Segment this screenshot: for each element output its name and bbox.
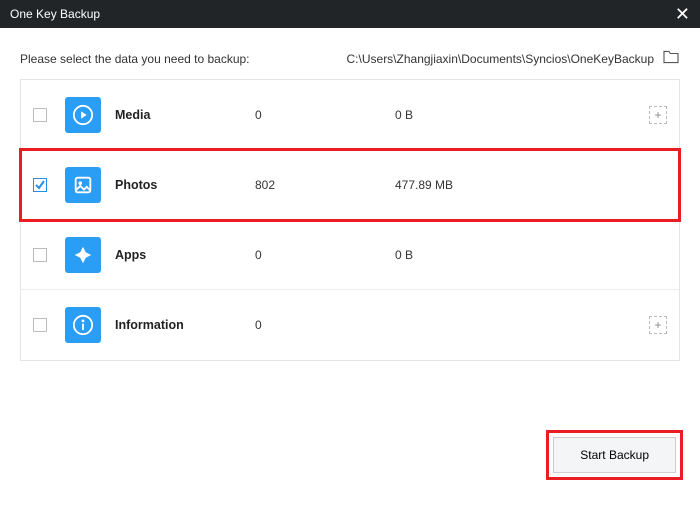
start-backup-button[interactable]: Start Backup: [553, 437, 676, 473]
backup-path[interactable]: C:\Users\Zhangjiaxin\Documents\Syncios\O…: [347, 50, 680, 67]
instruction-text: Please select the data you need to backu…: [20, 52, 250, 66]
titlebar: One Key Backup ✕: [0, 0, 700, 28]
folder-icon[interactable]: [662, 50, 680, 67]
photos-icon: [65, 167, 101, 203]
header-row: Please select the data you need to backu…: [0, 28, 700, 79]
checkbox-apps[interactable]: [33, 248, 47, 262]
size-photos: 477.89 MB: [395, 178, 649, 192]
label-photos: Photos: [115, 178, 255, 192]
category-list: Media 0 0 B + Photos 802 477.89 MB Apps …: [20, 79, 680, 361]
checkbox-information[interactable]: [33, 318, 47, 332]
close-icon[interactable]: ✕: [675, 5, 690, 23]
row-apps[interactable]: Apps 0 0 B: [21, 220, 679, 290]
apps-icon: [65, 237, 101, 273]
footer: Start Backup: [553, 437, 676, 473]
checkbox-photos[interactable]: [33, 178, 47, 192]
add-information-icon[interactable]: +: [649, 316, 667, 334]
checkbox-media[interactable]: [33, 108, 47, 122]
count-media: 0: [255, 108, 395, 122]
size-apps: 0 B: [395, 248, 649, 262]
row-media[interactable]: Media 0 0 B +: [21, 80, 679, 150]
label-information: Information: [115, 318, 255, 332]
label-media: Media: [115, 108, 255, 122]
count-photos: 802: [255, 178, 395, 192]
window-title: One Key Backup: [10, 7, 100, 21]
row-information[interactable]: Information 0 +: [21, 290, 679, 360]
count-apps: 0: [255, 248, 395, 262]
add-media-icon[interactable]: +: [649, 106, 667, 124]
backup-path-text: C:\Users\Zhangjiaxin\Documents\Syncios\O…: [347, 52, 654, 66]
count-information: 0: [255, 318, 395, 332]
size-media: 0 B: [395, 108, 649, 122]
label-apps: Apps: [115, 248, 255, 262]
info-icon: [65, 307, 101, 343]
row-photos[interactable]: Photos 802 477.89 MB: [21, 150, 679, 220]
play-icon: [65, 97, 101, 133]
